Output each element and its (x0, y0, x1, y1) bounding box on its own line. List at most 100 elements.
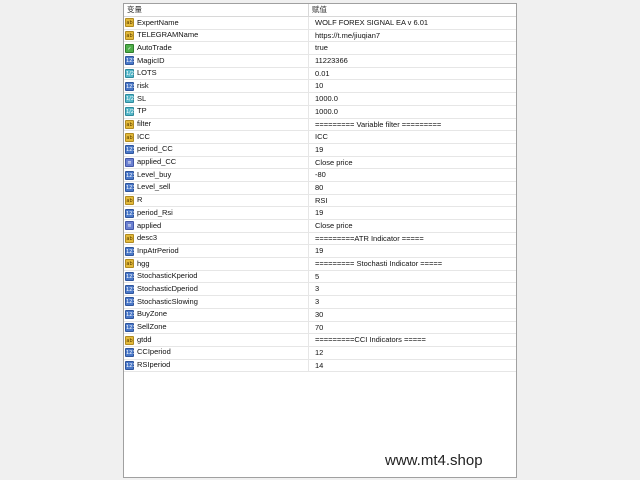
parameter-type-ab-icon: ab (125, 31, 134, 41)
table-row[interactable]: 123 period_Rsi 19 (124, 207, 516, 220)
parameter-value[interactable]: ========= Stochasti Indicator ===== (309, 258, 516, 270)
parameter-name-cell: ab desc3 (124, 232, 309, 245)
table-row[interactable]: ab ICC ICC (124, 131, 516, 144)
table-row[interactable]: 123 StochasticSlowing 3 (124, 296, 516, 309)
table-row[interactable]: 123 InpAtrPeriod 19 (124, 245, 516, 259)
table-row[interactable]: 123 risk 10 (124, 80, 516, 94)
parameter-name-cell: 123 Level_sell (124, 181, 309, 194)
parameter-name-cell: ab ICC (124, 131, 309, 143)
parameter-value[interactable]: =========CCI Indicators ===== (309, 334, 516, 346)
parameter-name: SellZone (137, 322, 167, 331)
parameter-value[interactable]: ========= Variable filter ========= (309, 119, 516, 131)
parameter-type-num-icon: 123 (125, 246, 136, 256)
table-row[interactable]: 1/2 TP 1000.0 (124, 105, 516, 119)
parameter-value[interactable]: 11223366 (309, 55, 516, 67)
parameter-value[interactable]: true (309, 42, 516, 54)
parameter-value[interactable]: https://t.me/jiuqian7 (309, 30, 516, 42)
parameter-value[interactable]: 3 (309, 283, 516, 295)
parameter-name-cell: 123 BuyZone (124, 308, 309, 321)
parameter-value[interactable]: 1000.0 (309, 93, 516, 105)
parameter-name: StochasticKperiod (137, 271, 198, 281)
parameter-type-num-icon: 123 (125, 284, 136, 294)
table-row[interactable]: 1/2 LOTS 0.01 (124, 67, 516, 81)
table-row[interactable]: 1/2 SL 1000.0 (124, 93, 516, 106)
column-header-value[interactable]: 赋值 (309, 4, 516, 16)
table-row[interactable]: 123 period_CC 19 (124, 143, 516, 157)
parameter-value[interactable]: 80 (309, 182, 516, 194)
parameter-name-cell: 123 RSIperiod (124, 359, 309, 372)
table-row[interactable]: ab hgg ========= Stochasti Indicator ===== (124, 258, 516, 271)
table-row[interactable]: ab desc3 =========ATR Indicator ===== (124, 232, 516, 246)
parameter-value[interactable]: Close price (309, 220, 516, 232)
parameter-value[interactable]: -80 (309, 169, 516, 181)
parameter-value[interactable]: RSI (309, 195, 516, 207)
parameter-value[interactable]: ICC (309, 131, 516, 143)
table-row[interactable]: ab gtdd =========CCI Indicators ===== (124, 334, 516, 347)
table-row[interactable]: 123 SellZone 70 (124, 321, 516, 335)
parameter-type-ab-icon: ab (125, 18, 134, 28)
parameter-type-num-icon: 123 (125, 56, 136, 66)
table-row[interactable]: 123 MagicID 11223366 (124, 55, 516, 68)
parameter-value[interactable]: 70 (309, 322, 516, 334)
parameter-value[interactable]: 14 (309, 360, 516, 372)
parameter-value[interactable]: 1000.0 (309, 106, 516, 118)
inputs-table: 变量 赋值 ab ExpertName WOLF FOREX SIGNAL EA v… (123, 3, 517, 478)
table-row[interactable]: ✓ AutoTrade true (124, 42, 516, 56)
parameter-value[interactable]: 12 (309, 347, 516, 359)
table-row[interactable]: ab filter ========= Variable filter ======… (124, 118, 516, 132)
parameter-value[interactable]: =========ATR Indicator ===== (309, 233, 516, 245)
parameter-name: TP (137, 106, 147, 116)
parameter-value[interactable]: 19 (309, 207, 516, 219)
parameter-name: ICC (137, 131, 150, 141)
parameter-name-cell: ≡ applied_CC (124, 156, 309, 169)
parameter-value[interactable]: 10 (309, 80, 516, 92)
parameter-name-cell: 123 Level_buy (124, 169, 309, 181)
column-header-variable[interactable]: 变量 (124, 4, 309, 16)
table-row[interactable]: 123 StochasticDperiod 3 (124, 283, 516, 297)
parameter-value[interactable]: 19 (309, 144, 516, 156)
table-row[interactable]: 123 StochasticKperiod 5 (124, 270, 516, 284)
parameter-name: hgg (137, 258, 150, 268)
parameter-name: applied (137, 220, 162, 230)
parameter-name-cell: 123 MagicID (124, 55, 309, 67)
table-row[interactable]: ab ExpertName WOLF FOREX SIGNAL EA v 6.01 (124, 17, 516, 30)
table-row[interactable]: ab R RSI (124, 194, 516, 208)
table-row[interactable]: 123 CCIperiod 12 (124, 346, 516, 360)
parameter-type-ab-icon: ab (125, 195, 134, 205)
parameter-name-cell: 123 SellZone (124, 321, 309, 334)
parameter-value[interactable]: 5 (309, 271, 516, 283)
parameter-type-num-icon: 123 (125, 322, 136, 332)
parameter-type-num-icon: 123 (125, 81, 136, 91)
parameter-value[interactable]: 30 (309, 309, 516, 321)
parameter-value[interactable]: WOLF FOREX SIGNAL EA v 6.01 (309, 17, 516, 29)
parameter-type-num-icon: 123 (125, 272, 136, 282)
parameter-name: applied_CC (137, 157, 177, 167)
table-row[interactable]: 123 Level_buy -80 (124, 169, 516, 182)
parameter-name-cell: 123 CCIperiod (124, 346, 309, 359)
parameter-type-num-icon: 123 (125, 360, 136, 370)
table-row[interactable]: 123 BuyZone 30 (124, 308, 516, 322)
table-row[interactable]: 123 Level_sell 80 (124, 181, 516, 195)
parameter-name-cell: ab filter (124, 118, 309, 131)
parameter-name-cell: ab TELEGRAMName (124, 29, 309, 42)
parameter-value[interactable]: Close price (309, 157, 516, 169)
parameter-name-cell: ab ExpertName (124, 17, 309, 29)
parameter-name: BuyZone (137, 309, 168, 319)
parameter-type-dbl-icon: 1/2 (125, 107, 135, 117)
table-row[interactable]: ≡ applied_CC Close price (124, 156, 516, 170)
parameter-name-cell: 1/2 SL (124, 93, 309, 105)
parameter-name: LOTS (137, 68, 157, 78)
table-row[interactable]: 123 RSIperiod 14 (124, 359, 516, 373)
parameter-name-cell: 1/2 TP (124, 105, 309, 118)
parameter-type-num-icon: 123 (125, 310, 136, 320)
parameter-name: AutoTrade (137, 42, 172, 52)
parameter-name: SL (137, 93, 147, 103)
parameter-name: filter (137, 119, 152, 128)
parameter-value[interactable]: 0.01 (309, 68, 516, 80)
parameter-name-cell: 123 StochasticSlowing (124, 296, 309, 308)
parameter-type-enm-icon: ≡ (125, 157, 134, 167)
parameter-value[interactable]: 19 (309, 245, 516, 257)
table-row[interactable]: ab TELEGRAMName https://t.me/jiuqian7 (124, 29, 516, 43)
parameter-value[interactable]: 3 (309, 296, 516, 308)
table-row[interactable]: ≡ applied Close price (124, 220, 516, 233)
